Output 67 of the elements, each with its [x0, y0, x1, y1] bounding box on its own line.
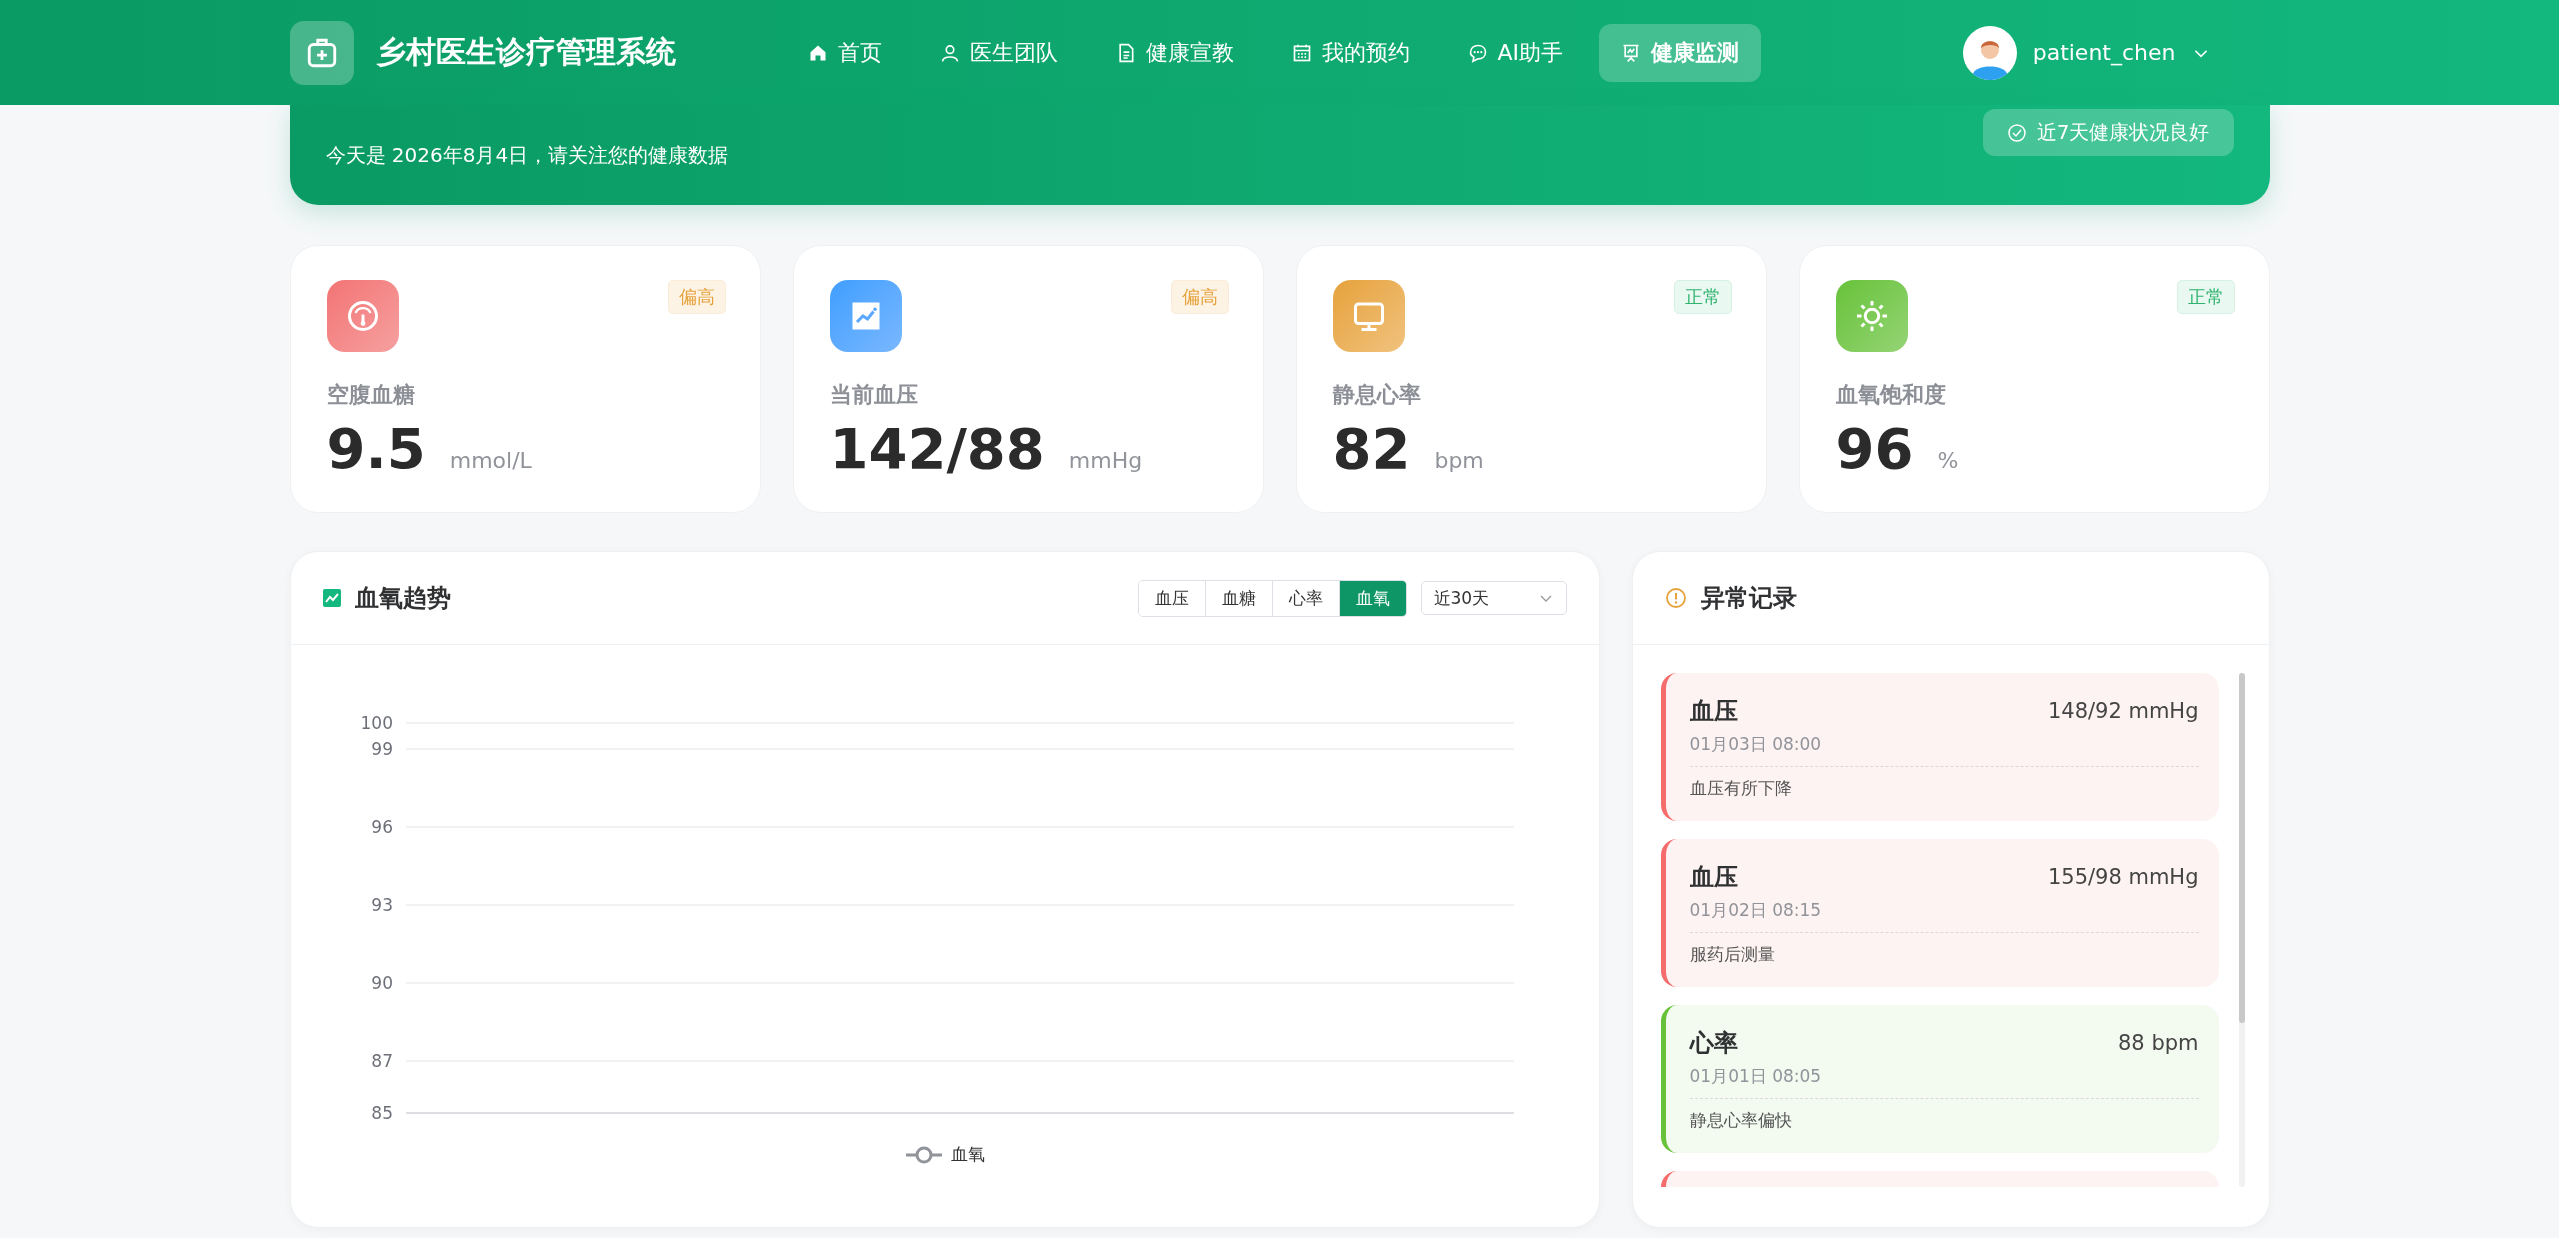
avatar-icon [1962, 25, 2017, 80]
status-tag: 正常 [1673, 280, 1732, 314]
check-circle-icon [2006, 122, 2027, 143]
chart-board-icon [1621, 42, 1642, 63]
metric-unit: mmol/L [449, 448, 532, 473]
status-tag: 偏高 [1170, 280, 1229, 314]
metric-toggle[interactable]: 血氧 [1338, 580, 1406, 616]
axis-tick-label: 99 [370, 739, 393, 759]
record-card[interactable]: 血压 148/92 mmHg 01月03日 08:00 血压有所下降 [1660, 673, 2219, 821]
axis-tick-label: 87 [370, 1051, 393, 1071]
gauge-icon [326, 280, 399, 352]
metric-value: 9.5 [326, 416, 426, 481]
record-type: 血压 [1689, 862, 1738, 893]
chat-bubble-icon [1467, 42, 1488, 63]
record-value: 155/98 mmHg [2047, 865, 2199, 889]
metric-unit: bpm [1434, 448, 1484, 473]
panel-title: 异常记录 [1700, 583, 1797, 614]
record-note: 静息心率偏快 [1689, 1109, 1793, 1132]
calendar-icon [1291, 42, 1312, 63]
record-time: 01月03日 08:00 [1689, 733, 2199, 767]
date-notice: 今天是 2026年8月4日，请关注您的健康数据 [325, 141, 729, 169]
status-tag: 正常 [2176, 280, 2235, 314]
line-chart-icon [829, 280, 902, 352]
record-time: 01月02日 08:15 [1689, 899, 2199, 933]
line-chart-icon [322, 589, 341, 607]
metric-unit: % [1937, 448, 1959, 473]
metric-label: 静息心率 [1332, 381, 1422, 409]
nav-tab[interactable]: 医生团队 [917, 23, 1080, 82]
metric-value: 96 [1835, 416, 1914, 481]
person-icon [939, 42, 960, 63]
metric-value: 142/88 [829, 416, 1045, 481]
nav-tab[interactable]: 首页 [785, 23, 904, 82]
axis-tick-label: 93 [370, 895, 393, 915]
sun-icon [1835, 280, 1908, 352]
legend-label: 血氧 [950, 1143, 985, 1166]
record-note: 服药后测量 [1689, 943, 1776, 966]
axis-tick-label: 85 [370, 1103, 393, 1123]
record-value: 148/92 mmHg [2047, 699, 2199, 723]
metric-label: 空腹血糖 [326, 381, 416, 409]
record-value: 88 bpm [2118, 1031, 2199, 1055]
user-name[interactable]: patient_chen [2032, 40, 2176, 65]
axis-tick-label: 90 [370, 973, 393, 993]
panel-title: 血氧趋势 [354, 583, 451, 614]
metric-unit: mmHg [1068, 448, 1143, 473]
metric-value: 82 [1332, 416, 1411, 481]
warning-circle-icon [1664, 587, 1687, 609]
record-card[interactable]: 心率 88 bpm 01月01日 08:05 静息心率偏快 [1660, 1005, 2219, 1153]
record-note: 血压有所下降 [1689, 777, 1793, 800]
metric-label: 当前血压 [829, 381, 919, 409]
scrollbar[interactable] [2238, 673, 2245, 1187]
axis-tick-label: 100 [360, 713, 393, 733]
status-tag: 偏高 [667, 280, 726, 314]
axis-tick-label: 96 [370, 817, 393, 837]
record-card[interactable]: 血压 155/98 mmHg 01月02日 08:15 服药后测量 [1660, 839, 2219, 987]
record-time: 01月01日 08:05 [1689, 1065, 2199, 1099]
health-status-badge: 近7天健康状况良好 [1982, 109, 2234, 156]
app-title: 乡村医生诊疗管理系统 [375, 33, 676, 71]
metric-label: 血氧饱和度 [1835, 381, 1947, 409]
range-select[interactable]: 近30天 [1420, 581, 1567, 615]
medical-kit-icon [289, 20, 354, 85]
nav-tab[interactable]: 健康宣教 [1093, 23, 1256, 82]
monitor-icon [1332, 280, 1405, 352]
nav-tab[interactable]: AI助手 [1445, 23, 1586, 82]
record-type: 心率 [1689, 1028, 1738, 1059]
record-type: 血压 [1689, 696, 1738, 727]
nav-tab[interactable]: 我的预约 [1269, 23, 1432, 82]
nav-tab[interactable]: 健康监测 [1599, 23, 1762, 82]
